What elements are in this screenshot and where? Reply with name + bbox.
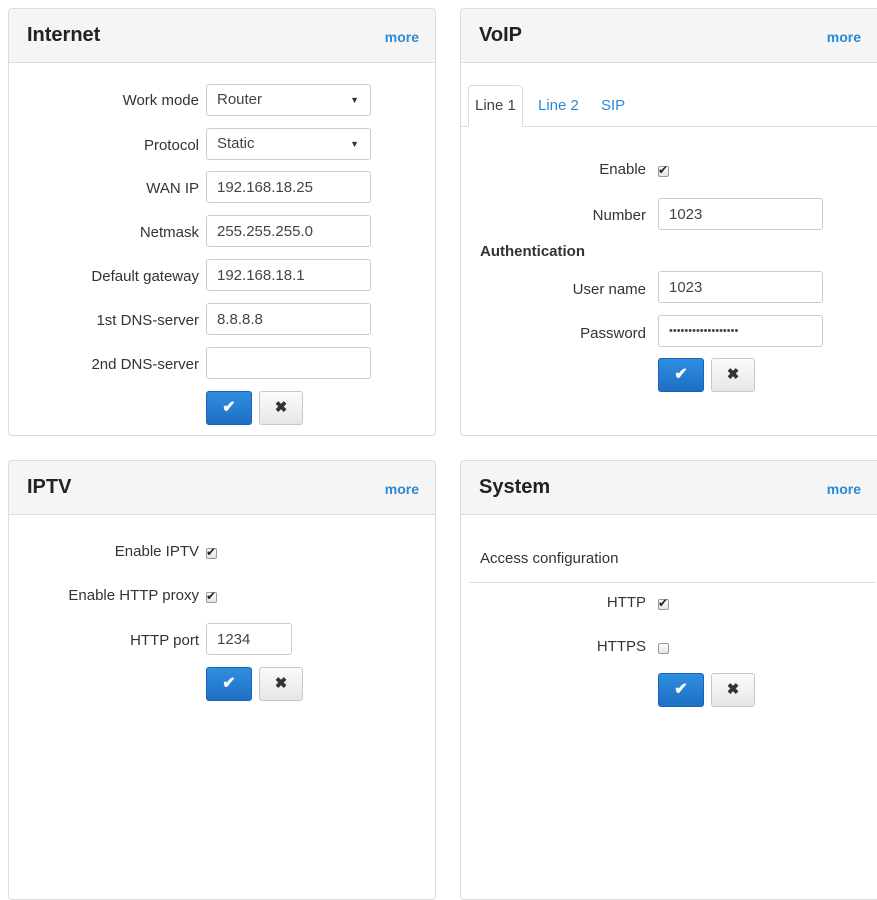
tab-line-1[interactable]: Line 1 xyxy=(468,85,523,127)
wan-ip-input[interactable] xyxy=(206,171,371,203)
enable-iptv-label: Enable IPTV xyxy=(114,543,199,560)
password-label: Password xyxy=(580,325,646,342)
wan-ip-label: WAN IP xyxy=(146,180,199,197)
system-panel: System more Access configuration HTTP ✔ … xyxy=(460,460,877,900)
dns1-input[interactable] xyxy=(206,303,371,335)
https-label: HTTPS xyxy=(596,638,646,655)
access-divider xyxy=(469,582,876,583)
work-mode-select[interactable]: Router ▼ xyxy=(206,84,371,116)
enable-http-proxy-label: Enable HTTP proxy xyxy=(68,587,199,604)
enable-iptv-checkbox[interactable]: ✔ xyxy=(206,545,217,559)
number-input[interactable] xyxy=(658,198,823,230)
access-configuration-heading: Access configuration xyxy=(480,550,619,567)
default-gateway-input[interactable] xyxy=(206,259,371,291)
dns2-input[interactable] xyxy=(206,347,371,379)
iptv-cancel-button[interactable]: ✖ xyxy=(259,667,303,701)
internet-more-link[interactable]: more xyxy=(385,29,419,45)
default-gateway-label: Default gateway xyxy=(91,268,199,285)
voip-cancel-button[interactable]: ✖ xyxy=(711,358,755,392)
voip-panel-header: VoIP more xyxy=(461,9,877,63)
internet-cancel-button[interactable]: ✖ xyxy=(259,391,303,425)
enable-http-proxy-checkbox[interactable]: ✔ xyxy=(206,589,217,603)
work-mode-value: Router xyxy=(217,91,263,108)
check-icon: ✔ xyxy=(658,163,669,177)
internet-panel-title: Internet xyxy=(27,24,101,46)
iptv-panel-title: IPTV xyxy=(27,476,72,498)
close-icon: ✖ xyxy=(726,681,740,698)
voip-save-button[interactable]: ✔ xyxy=(658,358,704,392)
http-port-input[interactable] xyxy=(206,623,292,655)
system-save-button[interactable]: ✔ xyxy=(658,673,704,707)
https-checkbox[interactable] xyxy=(658,643,669,654)
check-icon: ✔ xyxy=(658,596,669,610)
system-panel-header: System more xyxy=(461,461,877,515)
iptv-panel-header: IPTV more xyxy=(9,461,435,515)
voip-panel: VoIP more Line 1 Line 2 SIP Enable ✔ Num… xyxy=(460,8,877,436)
close-icon: ✖ xyxy=(274,399,288,416)
http-label: HTTP xyxy=(606,594,646,611)
http-port-label: HTTP port xyxy=(130,632,199,649)
chevron-down-icon: ▼ xyxy=(350,139,359,149)
protocol-select[interactable]: Static ▼ xyxy=(206,128,371,160)
http-checkbox[interactable]: ✔ xyxy=(658,596,669,610)
voip-tabs-divider xyxy=(461,126,877,127)
chevron-down-icon: ▼ xyxy=(350,95,359,105)
protocol-value: Static xyxy=(217,135,255,152)
enable-label: Enable xyxy=(599,161,646,178)
check-icon: ✔ xyxy=(222,399,236,416)
close-icon: ✖ xyxy=(726,366,740,383)
check-icon: ✔ xyxy=(206,545,217,559)
system-more-link[interactable]: more xyxy=(827,481,861,497)
iptv-save-button[interactable]: ✔ xyxy=(206,667,252,701)
system-cancel-button[interactable]: ✖ xyxy=(711,673,755,707)
internet-panel: Internet more Work mode Router ▼ Protoco… xyxy=(8,8,436,436)
voip-more-link[interactable]: more xyxy=(827,29,861,45)
tab-sip[interactable]: SIP xyxy=(601,97,625,114)
internet-panel-header: Internet more xyxy=(9,9,435,63)
netmask-label: Netmask xyxy=(139,224,199,241)
iptv-more-link[interactable]: more xyxy=(385,481,419,497)
iptv-panel: IPTV more Enable IPTV ✔ Enable HTTP prox… xyxy=(8,460,436,900)
check-icon: ✔ xyxy=(206,589,217,603)
close-icon: ✖ xyxy=(274,675,288,692)
protocol-label: Protocol xyxy=(143,137,199,154)
internet-save-button[interactable]: ✔ xyxy=(206,391,252,425)
check-icon: ✔ xyxy=(222,675,236,692)
voip-panel-title: VoIP xyxy=(479,24,522,46)
tab-line-2[interactable]: Line 2 xyxy=(538,97,579,114)
work-mode-label: Work mode xyxy=(122,92,199,109)
netmask-input[interactable] xyxy=(206,215,371,247)
dns1-label: 1st DNS-server xyxy=(96,312,199,329)
authentication-heading: Authentication xyxy=(480,243,585,260)
enable-checkbox[interactable]: ✔ xyxy=(658,163,669,177)
check-icon: ✔ xyxy=(674,366,688,383)
number-label: Number xyxy=(592,207,646,224)
username-input[interactable] xyxy=(658,271,823,303)
dns2-label: 2nd DNS-server xyxy=(91,356,199,373)
system-panel-title: System xyxy=(479,476,551,498)
password-input[interactable] xyxy=(658,315,823,347)
username-label: User name xyxy=(572,281,646,298)
check-icon: ✔ xyxy=(674,681,688,698)
